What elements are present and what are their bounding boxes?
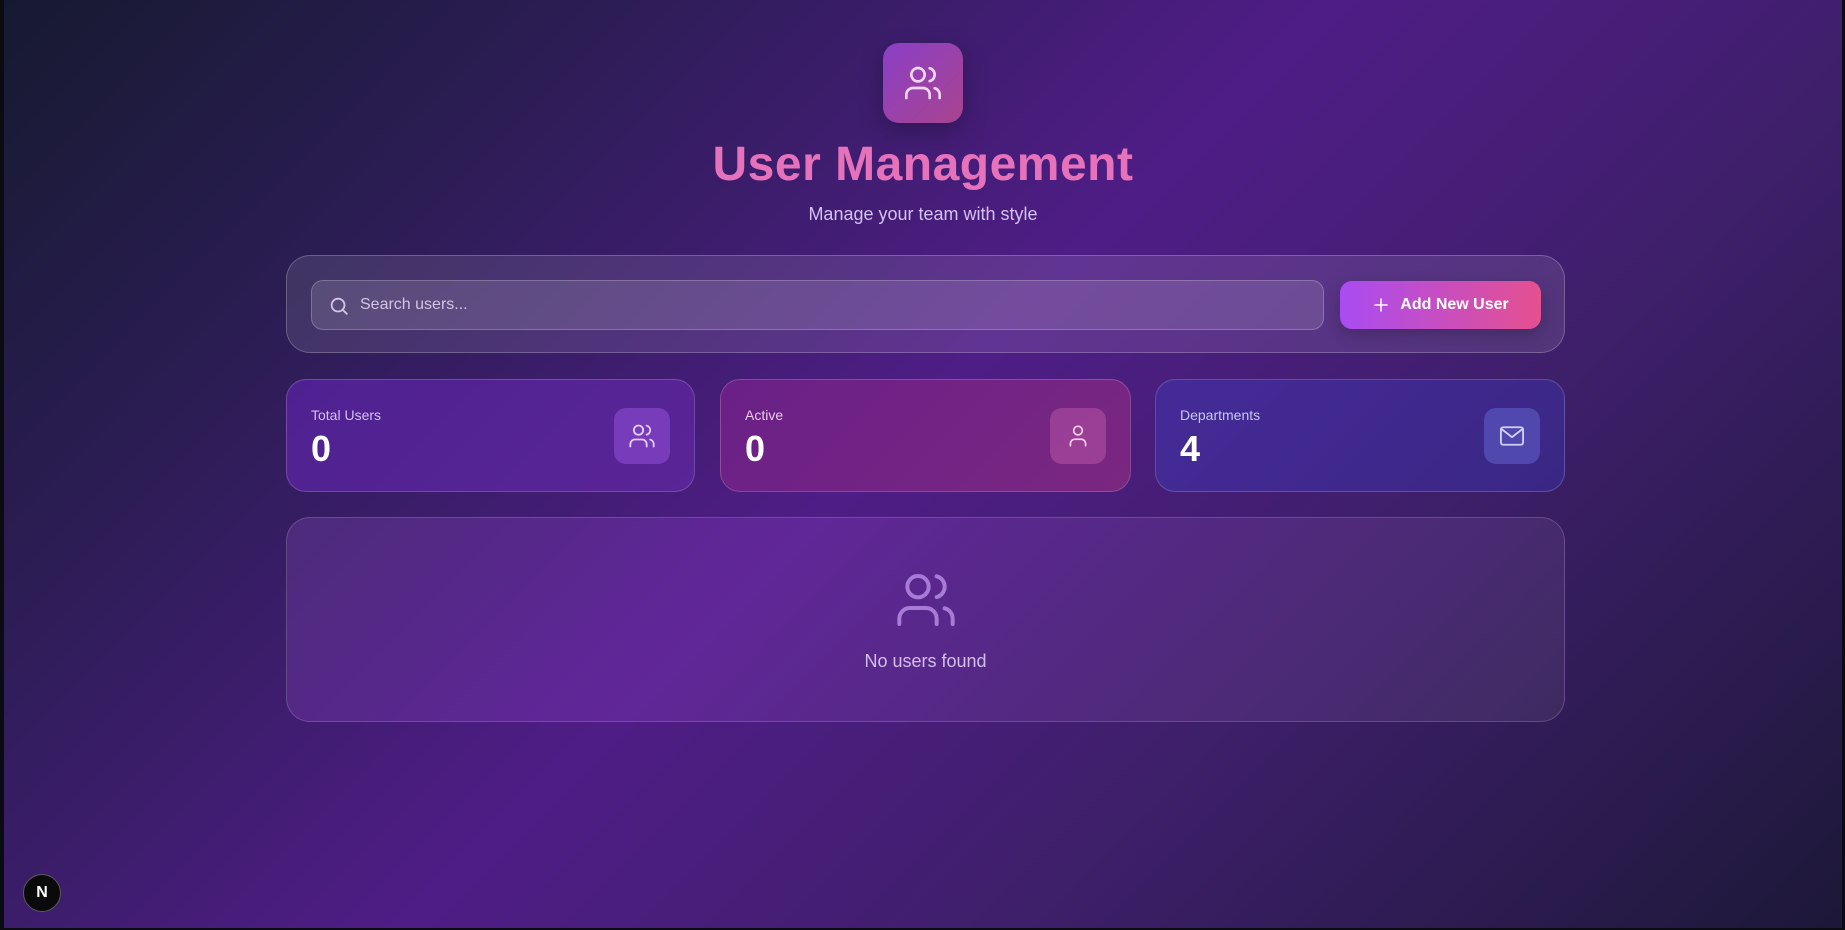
stat-icon-box — [1484, 408, 1540, 464]
stat-value: 0 — [745, 428, 766, 469]
stat-value: 0 — [311, 428, 332, 469]
dev-tools-badge[interactable]: N — [23, 874, 61, 912]
stat-card-departments: Departments 4 — [1155, 379, 1565, 492]
users-list-empty-state: No users found — [286, 517, 1565, 722]
users-icon — [629, 424, 655, 448]
mail-icon — [1499, 426, 1525, 446]
add-user-button-label: Add New User — [1400, 296, 1509, 313]
stat-label: Active — [745, 407, 784, 423]
page-header: User Management Manage your team with st… — [4, 43, 1842, 225]
stat-card-total-users: Total Users 0 — [286, 379, 695, 492]
users-icon — [905, 66, 941, 100]
page-title: User Management — [712, 138, 1134, 191]
dev-tools-badge-label: N — [36, 884, 48, 901]
toolbar-panel: Add New User — [286, 255, 1565, 353]
page: User Management Manage your team with st… — [4, 0, 1842, 928]
stat-label: Departments — [1180, 407, 1261, 423]
app-logo — [883, 43, 963, 123]
page-subtitle: Manage your team with style — [808, 204, 1038, 224]
user-icon — [1069, 425, 1087, 447]
add-user-button[interactable]: Add New User — [1340, 281, 1541, 329]
stat-icon-box — [614, 408, 670, 464]
search-field[interactable] — [311, 280, 1324, 330]
plus-icon — [1374, 298, 1389, 312]
users-icon — [897, 574, 955, 626]
stat-card-active: Active 0 — [720, 379, 1131, 492]
stat-value: 4 — [1180, 428, 1201, 469]
search-icon — [330, 297, 348, 315]
search-input[interactable] — [360, 281, 1310, 329]
stat-label: Total Users — [311, 407, 382, 423]
stat-icon-box — [1050, 408, 1106, 464]
empty-state-message: No users found — [864, 651, 987, 671]
